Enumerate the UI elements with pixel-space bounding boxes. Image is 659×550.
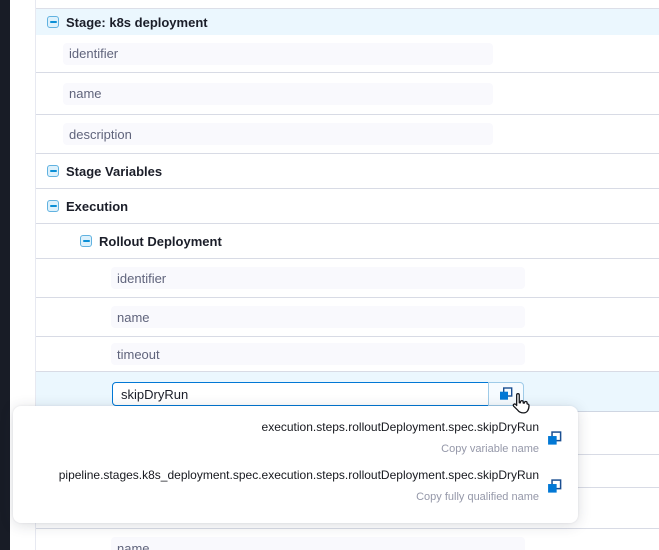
stage-header-row[interactable]: Stage: k8s deployment [36,8,659,35]
skipdryrun-input[interactable] [112,382,489,406]
rollout-deployment-row[interactable]: Rollout Deployment [36,224,659,259]
stage-variables-section-row[interactable]: Stage Variables [36,154,659,189]
left-dark-rail [0,0,10,550]
copy-icon[interactable] [547,479,562,494]
rollout-deployment-label: Rollout Deployment [99,234,222,249]
copy-fqn-text: pipeline.stages.k8s_deployment.spec.exec… [29,467,539,505]
collapse-minus-icon[interactable] [47,16,59,28]
stage-name-field[interactable]: name [63,83,493,105]
step-name-row: name [36,298,659,337]
variables-drawer: Stage: k8s deployment identifier name de… [0,0,659,550]
collapse-minus-icon[interactable] [80,235,92,247]
copy-variable-name-caption: Copy variable name [29,442,539,457]
stage-identifier-row: identifier [36,35,659,73]
execution-label: Execution [66,199,128,214]
copy-variable-name-text: execution.steps.rolloutDeployment.spec.s… [29,419,539,457]
copy-fqn-caption: Copy fully qualified name [29,490,539,505]
step-name-label: name [117,310,150,325]
step-identifier-row: identifier [36,259,659,298]
copy-icon[interactable] [547,431,562,446]
stage-identifier-label: identifier [69,46,118,61]
variable-name-value: execution.steps.rolloutDeployment.spec.s… [29,419,539,436]
stage-description-field[interactable]: description [63,123,493,145]
stage-description-row: description [36,115,659,154]
step-timeout-label: timeout [117,347,160,362]
step-name-field[interactable]: name [111,306,525,328]
next-name-row: name [36,529,659,550]
stage-name-row: name [36,73,659,115]
stage-identifier-field[interactable]: identifier [63,43,493,65]
stage-header-label: Stage: k8s deployment [66,15,208,30]
step-timeout-row: timeout [36,337,659,372]
copy-variable-name-item[interactable]: execution.steps.rolloutDeployment.spec.s… [29,419,562,457]
copy-icon [499,387,513,401]
stage-name-label: name [69,86,102,101]
next-name-field[interactable]: name [111,537,525,550]
execution-section-row[interactable]: Execution [36,189,659,224]
copy-fully-qualified-name-item[interactable]: pipeline.stages.k8s_deployment.spec.exec… [29,467,562,505]
skipdryrun-input-group [112,382,524,406]
copy-button[interactable] [488,382,524,406]
step-identifier-label: identifier [117,271,166,286]
top-gap [36,0,659,8]
step-timeout-field[interactable]: timeout [111,343,525,365]
collapse-minus-icon[interactable] [47,165,59,177]
stage-description-label: description [69,127,132,142]
fully-qualified-name-value: pipeline.stages.k8s_deployment.spec.exec… [29,467,539,484]
next-name-label: name [117,541,150,550]
step-identifier-field[interactable]: identifier [111,267,525,289]
stage-variables-label: Stage Variables [66,164,162,179]
copy-variable-popover: execution.steps.rolloutDeployment.spec.s… [13,406,578,523]
collapse-minus-icon[interactable] [47,200,59,212]
